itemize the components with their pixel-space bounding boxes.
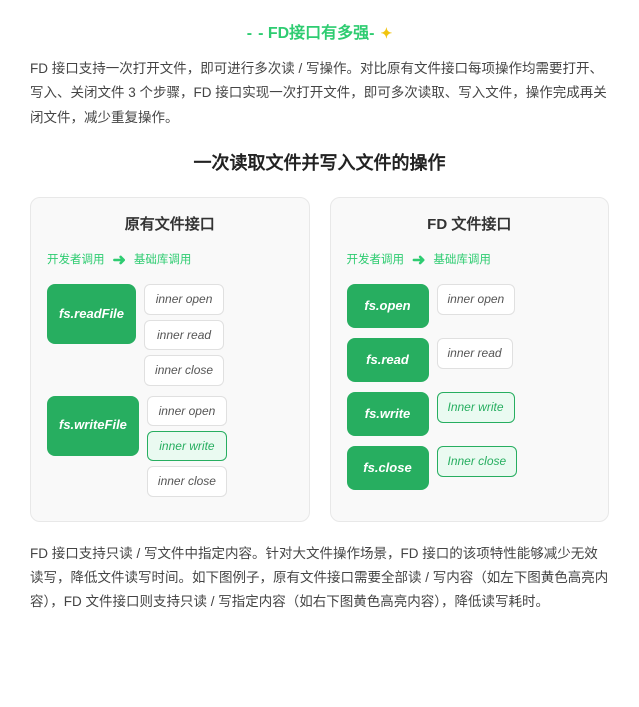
left-interface-title: 原有文件接口 [47, 212, 293, 238]
inner-tag: inner close [144, 355, 224, 385]
inner-tag: inner close [147, 466, 227, 496]
right-interface-title: FD 文件接口 [347, 212, 593, 238]
inner-tag: inner open [144, 284, 224, 314]
read-tags: inner read [437, 338, 513, 368]
func-group-read: fs.read inner read [347, 338, 593, 382]
left-caller-row: 开发者调用 ➜ 基础库调用 [47, 247, 293, 274]
intro-text: FD 接口支持一次打开文件，即可进行多次读 / 写操作。对比原有文件接口每项操作… [30, 57, 609, 130]
title-text: - FD接口有多强- [258, 20, 374, 47]
open-btn: fs.open [347, 284, 429, 328]
right-interface-box: FD 文件接口 开发者调用 ➜ 基础库调用 fs.open inner open… [330, 197, 610, 522]
close-btn: fs.close [347, 446, 429, 490]
func-group-write: fs.write Inner write [347, 392, 593, 436]
writefile-tags: inner open inner write inner close [147, 396, 227, 497]
func-group-readfile: fs.readFile inner open inner read inner … [47, 284, 293, 385]
right-arrow: ➜ [412, 247, 425, 274]
footer-text: FD 接口支持只读 / 写文件中指定内容。针对大文件操作场景，FD 接口的该项特… [30, 542, 609, 615]
diagram-title: 一次读取文件并写入文件的操作 [30, 148, 609, 179]
diagram-container: 原有文件接口 开发者调用 ➜ 基础库调用 fs.readFile inner o… [30, 197, 609, 522]
func-group-writefile: fs.writeFile inner open inner write inne… [47, 396, 293, 497]
write-tags: Inner write [437, 392, 515, 422]
inner-tag: inner read [437, 338, 513, 368]
inner-tag: inner write [147, 431, 227, 461]
write-btn: fs.write [347, 392, 429, 436]
left-base-label: 基础库调用 [134, 251, 192, 271]
func-group-open: fs.open inner open [347, 284, 593, 328]
open-tags: inner open [437, 284, 516, 314]
left-caller-label: 开发者调用 [47, 251, 105, 271]
inner-tag: inner open [147, 396, 227, 426]
read-btn: fs.read [347, 338, 429, 382]
dash-left: - [247, 20, 252, 47]
left-interface-box: 原有文件接口 开发者调用 ➜ 基础库调用 fs.readFile inner o… [30, 197, 310, 522]
inner-tag: inner read [144, 320, 224, 350]
inner-tag: inner open [437, 284, 516, 314]
func-group-close: fs.close Inner close [347, 446, 593, 490]
close-tags: Inner close [437, 446, 518, 476]
right-caller-row: 开发者调用 ➜ 基础库调用 [347, 247, 593, 274]
right-base-label: 基础库调用 [433, 251, 491, 271]
section-title: - - FD接口有多强- ✦ [30, 20, 609, 47]
readfile-tags: inner open inner read inner close [144, 284, 224, 385]
writefile-btn: fs.writeFile [47, 396, 139, 456]
inner-tag: Inner write [437, 392, 515, 422]
right-caller-label: 开发者调用 [347, 251, 405, 271]
inner-tag: Inner close [437, 446, 518, 476]
star-icon: ✦ [381, 22, 393, 46]
readfile-btn: fs.readFile [47, 284, 136, 344]
left-arrow: ➜ [113, 247, 126, 274]
